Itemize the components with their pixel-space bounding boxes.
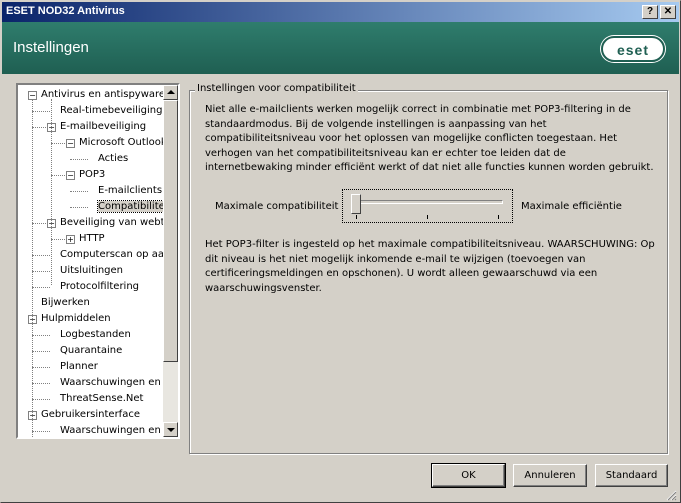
tree-scrollbar[interactable] xyxy=(163,85,178,437)
tree-item[interactable]: Gebruikersinterface xyxy=(41,407,140,423)
tree-item[interactable]: E-mailbeveiliging xyxy=(60,119,146,135)
title-bar[interactable]: ESET NOD32 Antivirus ? ✕ xyxy=(2,2,679,22)
tree-connector xyxy=(32,335,50,336)
group-title: Instellingen voor compatibiliteit xyxy=(195,83,358,94)
tree-item-label: Acties xyxy=(98,153,129,164)
tree-item-label: Computerscan op aan xyxy=(60,249,163,260)
tree-item-label: Microsoft Outlook xyxy=(79,137,163,148)
tree-item-label: Quarantaine xyxy=(60,345,123,356)
tree-item-label: Protocolfiltering xyxy=(60,281,140,292)
tree-item[interactable]: Quarantaine xyxy=(60,343,122,359)
close-button[interactable]: ✕ xyxy=(660,5,676,19)
tree-item-label: Uitsluitingen xyxy=(60,265,123,276)
tree-item-label: ThreatSense.Net xyxy=(60,393,144,404)
tree-connector xyxy=(32,271,50,272)
slider-tick xyxy=(356,215,357,219)
tree-connector xyxy=(51,99,52,285)
tree-connector xyxy=(32,111,50,112)
tree-connector xyxy=(70,159,88,160)
tree-item[interactable]: Real-timebeveiliging v xyxy=(60,103,163,119)
tree-item[interactable]: Waarschuwingen en m xyxy=(60,423,163,437)
eset-logo: eset xyxy=(601,36,665,62)
tree-item-label: Logbestanden xyxy=(60,329,131,340)
tree-content: − Antivirus en antispyware Real-timebeveil… xyxy=(18,85,163,437)
default-button[interactable]: Standaard xyxy=(595,464,668,487)
tree-item[interactable]: Bijwerken xyxy=(41,295,90,311)
cancel-button[interactable]: Annuleren xyxy=(513,464,587,487)
tree-connector xyxy=(70,207,88,208)
tree-expander-icon[interactable]: − xyxy=(66,171,75,180)
scroll-down-button[interactable] xyxy=(163,422,178,437)
tree-item[interactable]: Microsoft Outlook xyxy=(79,135,163,151)
tree-item-label: Planner xyxy=(60,361,98,372)
tree-item-label: Antivirus en antispyware xyxy=(41,89,163,100)
tree-expander-icon[interactable]: + xyxy=(66,235,75,244)
tree-connector xyxy=(32,351,50,352)
tree-item-label: Bijwerken xyxy=(41,297,90,308)
tree-connector xyxy=(32,99,33,437)
tree-item[interactable]: Beveiliging van webtc xyxy=(60,215,163,231)
tree-item-label: E-mailbeveiliging xyxy=(60,121,147,132)
tree-connector xyxy=(32,399,50,400)
arrow-up-icon xyxy=(167,90,175,94)
settings-window: ESET NOD32 Antivirus ? ✕ Instellingen es… xyxy=(0,0,681,503)
tree-item[interactable]: Uitsluitingen xyxy=(60,263,123,279)
description-text: Niet alle e-mailclients werken mogelijk … xyxy=(205,104,654,173)
slider-knob[interactable] xyxy=(351,194,361,214)
tree-connector xyxy=(32,383,50,384)
tree-item[interactable]: Waarschuwingen en m xyxy=(60,375,163,391)
settings-tree[interactable]: − Antivirus en antispyware Real-timebeveil… xyxy=(16,83,180,439)
tree-item[interactable]: Antivirus en antispyware xyxy=(41,87,163,103)
tree-item-label: Waarschuwingen en m xyxy=(60,425,163,436)
tree-item-label: Gebruikersinterface xyxy=(41,409,140,420)
tree-expander-icon[interactable]: − xyxy=(66,139,75,148)
tree-connector xyxy=(32,287,50,288)
tree-connector xyxy=(32,367,50,368)
tree-item-label: Waarschuwingen en m xyxy=(60,377,163,388)
slider-tick xyxy=(498,215,499,219)
arrow-down-icon xyxy=(167,428,175,432)
tree-connector xyxy=(70,191,88,192)
tree-item[interactable]: Compatibiliteit xyxy=(96,199,163,215)
tree-item[interactable]: HTTP xyxy=(79,231,105,247)
resize-grip-icon[interactable] xyxy=(665,489,677,501)
tree-item[interactable]: Planner xyxy=(60,359,98,375)
window-title: ESET NOD32 Antivirus xyxy=(6,5,125,17)
slider-right-label: Maximale efficiëntie xyxy=(521,201,622,212)
tree-item-label: HTTP xyxy=(79,233,105,244)
header-banner: Instellingen eset xyxy=(2,22,679,74)
ok-button[interactable]: OK xyxy=(431,463,506,488)
tree-item[interactable]: Hulpmiddelen xyxy=(41,311,111,327)
help-button[interactable]: ? xyxy=(642,5,658,19)
logo-text: eset xyxy=(616,42,650,58)
scroll-up-button[interactable] xyxy=(163,85,178,100)
tree-connector xyxy=(32,431,50,432)
tree-item[interactable]: POP3 xyxy=(79,167,105,183)
tree-item-label: Real-timebeveiliging v xyxy=(60,105,163,116)
tree-item-label: E-mailclients xyxy=(98,185,163,196)
tree-item[interactable]: E-mailclients xyxy=(98,183,162,199)
tree-item[interactable]: Logbestanden xyxy=(60,327,131,343)
settings-panel: Instellingen voor compatibiliteit Niet a… xyxy=(189,83,668,454)
tree-item-label: Beveiliging van webtc xyxy=(60,217,163,228)
tree-item[interactable]: ThreatSense.Net xyxy=(60,391,143,407)
tree-connector xyxy=(32,255,50,256)
tree-item[interactable]: Computerscan op aan xyxy=(60,247,163,263)
slider-tick xyxy=(427,215,428,219)
tree-item[interactable]: Acties xyxy=(98,151,128,167)
warning-text: Het POP3-filter is ingesteld op het maxi… xyxy=(205,239,655,294)
tree-item-label: POP3 xyxy=(79,169,106,180)
tree-item-label: Compatibiliteit xyxy=(96,200,163,213)
slider-track xyxy=(353,200,503,204)
tree-item-label: Hulpmiddelen xyxy=(41,313,111,324)
compatibility-slider[interactable] xyxy=(342,189,513,223)
scroll-thumb[interactable] xyxy=(163,100,178,362)
page-title: Instellingen xyxy=(13,39,89,56)
tree-item[interactable]: Protocolfiltering xyxy=(60,279,139,295)
slider-left-label: Maximale compatibiliteit xyxy=(215,201,339,212)
